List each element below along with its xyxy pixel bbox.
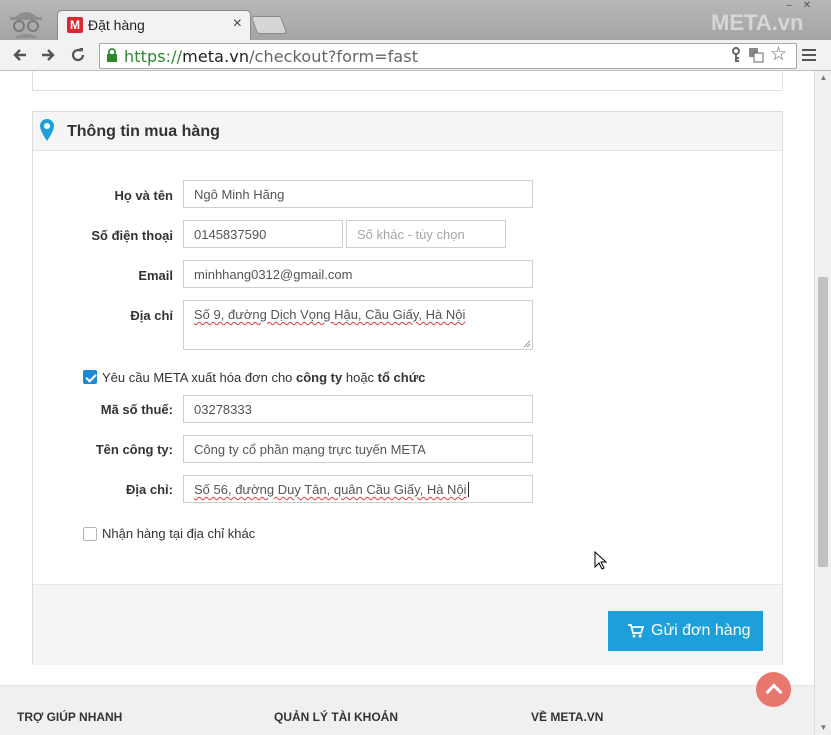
lock-icon bbox=[107, 48, 117, 62]
company-address-field[interactable]: Số 56, đường Duy Tân, quân Cầu Giấy, Hà … bbox=[183, 475, 533, 503]
phone-field[interactable] bbox=[183, 220, 343, 248]
email-field[interactable] bbox=[183, 260, 533, 288]
other-address-checkbox[interactable] bbox=[83, 527, 97, 541]
tab-title: Đặt hàng bbox=[88, 17, 145, 33]
invoice-checkbox-label: Yêu cầu META xuất hóa đơn cho công ty ho… bbox=[102, 370, 425, 385]
scroll-down-icon[interactable]: ▼ bbox=[815, 721, 831, 735]
close-icon[interactable]: × bbox=[233, 15, 242, 33]
minimize-icon[interactable]: – bbox=[782, 0, 796, 12]
url-scheme: https:// bbox=[124, 47, 183, 66]
site-footer: TRỢ GIÚP NHANH QUẢN LÝ TÀI KHOẢN VỀ META… bbox=[0, 685, 814, 735]
browser-titlebar: M Đặt hàng × META.vn – ✕ bbox=[0, 0, 831, 41]
meta-favicon-icon: M bbox=[67, 17, 83, 33]
tax-code-label: Mã số thuế: bbox=[100, 402, 173, 417]
menu-icon[interactable] bbox=[802, 46, 816, 64]
fullname-label: Họ và tên bbox=[114, 188, 173, 203]
browser-tab[interactable]: M Đặt hàng × bbox=[57, 10, 251, 41]
cursor-icon bbox=[594, 551, 608, 570]
company-name-field[interactable] bbox=[183, 435, 533, 463]
company-address-label: Địa chỉ: bbox=[126, 482, 173, 497]
previous-section-panel bbox=[32, 71, 783, 91]
scroll-thumb[interactable] bbox=[818, 277, 828, 567]
phone-label: Số điện thoại bbox=[91, 228, 173, 243]
company-name-label: Tên công ty: bbox=[95, 442, 173, 457]
alt-phone-field[interactable] bbox=[346, 220, 506, 248]
submit-order-label: Gửi đơn hàng bbox=[651, 622, 751, 639]
url-path: /checkout?form=fast bbox=[249, 47, 419, 66]
other-address-label: Nhận hàng tại địa chỉ khác bbox=[102, 526, 256, 541]
panel-footer: Gửi đơn hàng bbox=[33, 584, 782, 665]
purchase-info-panel: Thông tin mua hàng Họ và tên Số điện tho… bbox=[32, 111, 783, 665]
address-bar[interactable]: https://meta.vn/checkout?form=fast ☆ bbox=[99, 43, 797, 69]
email-label: Email bbox=[138, 268, 173, 283]
browser-toolbar: https://meta.vn/checkout?form=fast ☆ bbox=[0, 40, 831, 71]
footer-account[interactable]: QUẢN LÝ TÀI KHOẢN bbox=[274, 710, 398, 724]
invoice-checkbox[interactable] bbox=[83, 370, 97, 384]
scroll-up-icon[interactable]: ▲ bbox=[815, 71, 831, 85]
url-text: https://meta.vn/checkout?form=fast bbox=[124, 47, 418, 66]
address-label: Địa chỉ bbox=[130, 308, 173, 323]
footer-about[interactable]: VỀ META.VN bbox=[531, 710, 603, 724]
url-host: meta.vn bbox=[182, 47, 250, 66]
translate-icon[interactable] bbox=[748, 47, 764, 63]
map-pin-icon bbox=[40, 119, 54, 141]
invoice-label-company: công ty bbox=[296, 370, 343, 385]
key-icon[interactable] bbox=[728, 47, 744, 63]
page-scrollbar[interactable]: ▲ ▼ bbox=[814, 71, 831, 735]
address-value: Số 9, đường Dịch Vọng Hậu, Cầu Giấy, Hà … bbox=[194, 307, 466, 322]
resize-handle-icon[interactable] bbox=[523, 340, 531, 348]
submit-order-button[interactable]: Gửi đơn hàng bbox=[608, 611, 763, 651]
fullname-field[interactable] bbox=[183, 180, 533, 208]
brand-watermark: META.vn bbox=[711, 10, 804, 35]
cart-icon bbox=[628, 624, 644, 638]
back-to-top-button[interactable] bbox=[756, 672, 791, 707]
company-address-value: Số 56, đường Duy Tân, quân Cầu Giấy, Hà … bbox=[194, 482, 467, 497]
invoice-label-org: tổ chức bbox=[377, 370, 426, 385]
back-icon[interactable] bbox=[9, 44, 31, 66]
page-viewport: Thông tin mua hàng Họ và tên Số điện tho… bbox=[0, 71, 814, 735]
close-window-icon[interactable]: ✕ bbox=[800, 0, 814, 12]
panel-header: Thông tin mua hàng bbox=[33, 112, 782, 151]
star-icon[interactable]: ☆ bbox=[770, 45, 787, 64]
invoice-label-mid: hoặc bbox=[342, 370, 378, 385]
invoice-label-prefix: Yêu cầu META xuất hóa đơn cho bbox=[102, 370, 297, 385]
reload-icon[interactable] bbox=[67, 44, 89, 66]
footer-quick-help[interactable]: TRỢ GIÚP NHANH bbox=[17, 710, 122, 724]
incognito-icon bbox=[10, 12, 42, 38]
forward-icon[interactable] bbox=[37, 44, 59, 66]
address-field[interactable]: Số 9, đường Dịch Vọng Hậu, Cầu Giấy, Hà … bbox=[183, 300, 533, 350]
panel-title: Thông tin mua hàng bbox=[67, 123, 220, 140]
new-tab-button[interactable] bbox=[250, 16, 288, 34]
tax-code-field[interactable] bbox=[183, 395, 533, 423]
text-caret bbox=[467, 482, 469, 497]
